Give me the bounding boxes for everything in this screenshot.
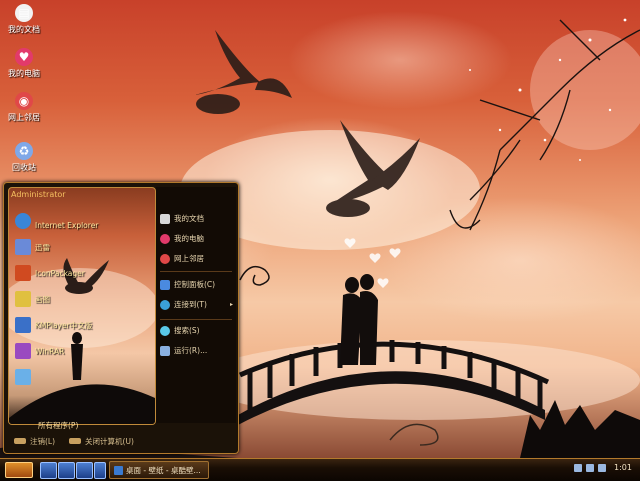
place-label: 我的文档 — [174, 214, 204, 223]
desktop-icon-label: 我的文档 — [8, 25, 40, 34]
paint-icon — [15, 291, 31, 307]
pinned-programs-pane: Administrator Internet Explorer 迅雷 IconP… — [8, 187, 156, 425]
connect-icon — [160, 299, 170, 310]
desktop-icon-label: 网上邻居 — [8, 113, 40, 122]
download-icon — [15, 239, 31, 255]
tray-arrow-icon[interactable] — [574, 463, 582, 472]
shutdown-button[interactable]: 关闭计算机(U) — [63, 436, 134, 447]
program-label: KMPlayer中文版 — [35, 320, 93, 330]
place-label: 网上邻居 — [174, 254, 204, 263]
program-iconpackager[interactable]: IconPackager — [15, 262, 85, 284]
clock[interactable]: 1:01 — [614, 463, 632, 472]
desktop-icon-recycle-bin[interactable]: ♻ 回收站 — [0, 142, 48, 173]
program-internet-explorer[interactable]: Internet Explorer — [15, 210, 98, 232]
place-connect-to[interactable]: 连接到(T) ▸ — [160, 299, 236, 310]
search-icon — [160, 325, 170, 336]
program-label: IconPackager — [35, 268, 85, 278]
program-label: Internet Explorer — [35, 221, 99, 230]
place-search[interactable]: 搜索(S) — [160, 325, 200, 336]
place-run[interactable]: 运行(R)... — [160, 345, 207, 356]
documents-icon — [160, 213, 170, 224]
browser-icon — [114, 465, 123, 475]
run-icon — [160, 345, 170, 356]
logoff-label: 注销(L) — [30, 436, 56, 446]
desktop-icon-label: 回收站 — [12, 163, 36, 172]
program-kmplayer[interactable]: KMPlayer中文版 — [15, 314, 92, 336]
quicklaunch-media-icon[interactable] — [76, 462, 93, 479]
start-button[interactable] — [5, 462, 33, 478]
program-download[interactable]: 迅雷 — [15, 236, 50, 258]
place-label: 运行(R)... — [174, 346, 208, 355]
shutdown-label: 关闭计算机(U) — [85, 436, 134, 446]
power-icon — [69, 438, 82, 444]
desktop-icon-label: 我的电脑 — [8, 69, 40, 78]
computer-heart-icon: ♥ — [15, 48, 33, 66]
desktop: ▤ 我的文档 ♥ 我的电脑 ◉ 网上邻居 ♻ 回收站 Administrator… — [0, 0, 640, 458]
program-paint[interactable]: 画图 — [15, 288, 50, 310]
separator — [160, 271, 232, 272]
place-control-panel[interactable]: 控制面板(C) — [160, 279, 215, 290]
quicklaunch-ie-icon[interactable] — [40, 462, 57, 479]
place-my-documents[interactable]: 我的文档 — [160, 213, 204, 224]
recycle-bin-icon: ♻ — [15, 142, 33, 160]
control-panel-icon — [160, 279, 170, 290]
network-icon — [160, 253, 170, 264]
tray-network-icon[interactable] — [586, 463, 594, 472]
desktop-icon-my-computer[interactable]: ♥ 我的电脑 — [0, 48, 48, 79]
place-my-computer[interactable]: 我的电脑 — [160, 233, 204, 244]
desktop-icon-network[interactable]: ◉ 网上邻居 — [0, 92, 48, 123]
internet-explorer-icon — [15, 213, 31, 229]
submenu-arrow-icon: ▸ — [230, 301, 234, 308]
icon-packager-icon — [15, 265, 31, 281]
documents-icon: ▤ — [15, 4, 33, 22]
computer-heart-icon — [160, 233, 170, 244]
network-icon: ◉ — [15, 92, 33, 110]
place-label: 控制面板(C) — [174, 280, 216, 289]
program-label: 迅雷 — [35, 242, 50, 252]
quicklaunch-browser-icon[interactable] — [58, 462, 75, 479]
logoff-button[interactable]: 注销(L) — [8, 436, 55, 447]
quicklaunch-show-desktop-icon[interactable] — [94, 462, 106, 479]
program-notepad[interactable] — [15, 366, 35, 388]
places-pane: 我的文档 我的电脑 网上邻居 控制面板(C) 连接到(T) ▸ 搜索(S) 运行… — [156, 187, 236, 423]
taskbar-window-button[interactable]: 桌面 - 壁纸 - 桌酷壁... — [109, 461, 209, 479]
winrar-icon — [15, 343, 31, 359]
desktop-icon-my-documents[interactable]: ▤ 我的文档 — [0, 4, 48, 35]
program-label: 画图 — [35, 294, 50, 304]
logoff-icon — [14, 438, 26, 444]
start-menu: Administrator Internet Explorer 迅雷 IconP… — [3, 182, 239, 454]
system-tray: 1:01 — [574, 463, 632, 472]
place-network[interactable]: 网上邻居 — [160, 253, 204, 264]
place-label: 搜索(S) — [174, 326, 200, 335]
tray-volume-icon[interactable] — [598, 463, 606, 472]
taskbar: 桌面 - 壁纸 - 桌酷壁... 1:01 — [0, 458, 640, 481]
separator — [160, 319, 232, 320]
all-programs-button[interactable]: 所有程序(P) — [38, 420, 78, 431]
program-winrar[interactable]: WinRAR — [15, 340, 64, 362]
taskbar-window-label: 桌面 - 壁纸 - 桌酷壁... — [126, 465, 201, 475]
place-label: 我的电脑 — [174, 234, 204, 243]
media-player-icon — [15, 317, 31, 333]
place-label: 连接到(T) — [174, 300, 207, 309]
notepad-icon — [15, 369, 31, 385]
program-label: WinRAR — [35, 346, 65, 356]
start-menu-footer: 注销(L) 关闭计算机(U) — [8, 433, 236, 449]
user-name: Administrator — [11, 190, 66, 199]
